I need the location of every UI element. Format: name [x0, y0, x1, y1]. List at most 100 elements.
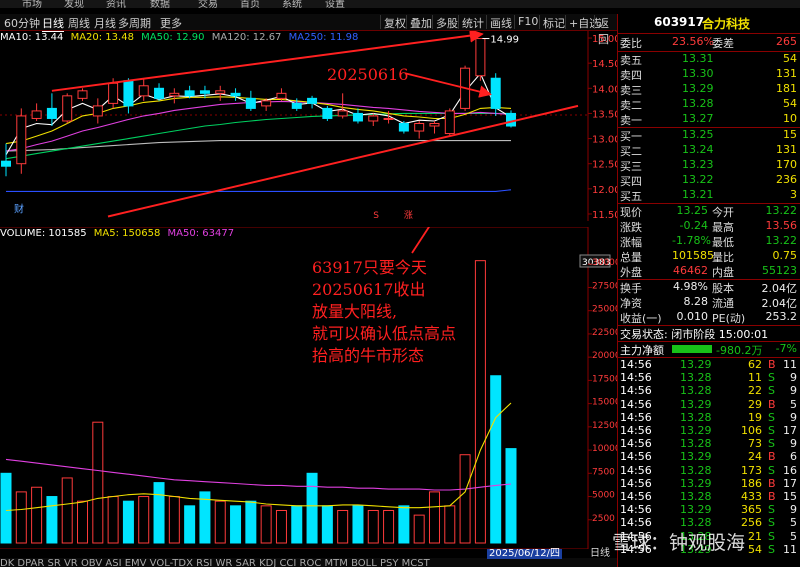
tick-row: 14:56 13.29 62 B 11	[618, 358, 800, 371]
annotation-line: 20250617收出	[312, 280, 426, 299]
stat-row: 现价 13.25 今开 13.22	[618, 204, 800, 219]
period-tab[interactable]: 月线	[94, 15, 116, 31]
tick-direction: B	[768, 397, 776, 411]
upper-trend-line	[51, 31, 484, 92]
stat-row: 外盘 46462 内盘 55123	[618, 264, 800, 279]
tick-row: 14:56 13.28 22 S 9	[618, 384, 800, 397]
volume-bar-up	[138, 496, 150, 544]
period-tab[interactable]: 60分钟	[4, 15, 40, 31]
book-price: 13.21	[682, 188, 714, 201]
price-tick-label: 11.50	[592, 210, 617, 221]
volume-chart[interactable]: 3038330000275002500022500200001750015000…	[0, 227, 617, 549]
toolbar-button[interactable]: 复权	[380, 15, 409, 30]
tick-count: 9	[790, 410, 797, 424]
tick-price: 13.29	[680, 503, 712, 517]
book-volume: 15	[783, 128, 797, 141]
book-price: 13.30	[682, 67, 714, 80]
price-tick-label: 12.00	[592, 185, 617, 196]
period-label: 日线	[590, 548, 610, 559]
tick-row: 14:56 13.29 24 B 6	[618, 450, 800, 463]
volume-tick-label: 20000	[592, 351, 617, 361]
candle-down	[230, 92, 241, 97]
book-label: 卖一	[620, 114, 642, 127]
book-label: 卖三	[620, 84, 642, 97]
candle-up	[414, 122, 425, 132]
tick-direction: B	[768, 490, 776, 503]
period-tab[interactable]: 周线	[68, 15, 90, 31]
weibi-value: 23.56%	[672, 35, 714, 48]
volume-tick-label: 22500	[592, 328, 617, 338]
tick-volume: 62	[748, 358, 762, 371]
toolbar-button[interactable]: 标记	[539, 15, 568, 30]
stat-value: 101585	[672, 249, 714, 262]
candle-down	[291, 102, 302, 109]
vol-ma50-line	[5, 458, 512, 491]
volume-bar-up	[107, 496, 119, 544]
book-volume: 3	[790, 188, 797, 201]
toolbar-button[interactable]: 叠加	[406, 15, 435, 30]
tick-time: 14:56	[620, 490, 652, 503]
tick-direction: B	[768, 476, 776, 490]
candle-up	[429, 122, 440, 127]
tick-row: 14:56 13.29 106 S 17	[618, 424, 800, 437]
high-price-label: 14.99	[490, 35, 519, 46]
candlestick-chart[interactable]: 15.00 14.50 14.00 13.50 13.00 12.50 12.00 11.50…	[0, 31, 617, 221]
top-menu-item[interactable]: 首页	[240, 0, 260, 8]
tick-direction: S	[768, 503, 775, 517]
top-menu-item[interactable]: 发现	[64, 0, 84, 8]
finance-marker: 财	[14, 202, 24, 215]
tick-time: 14:56	[620, 437, 652, 451]
weicha-label: 委差	[712, 37, 734, 50]
stat-label: 流通	[712, 297, 734, 310]
annotation-line: 就可以确认低点高点	[312, 324, 457, 343]
top-menu-item[interactable]: 系统	[282, 0, 302, 8]
book-volume: 131	[776, 143, 797, 156]
candle-up	[92, 105, 103, 117]
toolbar-button[interactable]: 返回	[594, 15, 617, 46]
price-tick-label: 14.50	[592, 59, 617, 70]
tick-direction: S	[768, 410, 775, 424]
stat-value: 0.75	[772, 249, 798, 262]
period-tab[interactable]: 多周期	[118, 15, 151, 31]
period-tab[interactable]: 日线	[42, 15, 64, 32]
top-menu-item[interactable]: 市场	[22, 0, 42, 8]
stat-value: -0.24	[679, 219, 708, 232]
toolbar-button[interactable]: 统计	[458, 15, 487, 30]
ask-row: 卖三 13.29 181	[618, 82, 800, 97]
price-tick-label: 13.00	[592, 135, 617, 146]
top-menu-item[interactable]: 交易	[198, 0, 218, 8]
candle-up	[16, 115, 27, 165]
candle-up	[337, 110, 348, 117]
tick-time: 14:56	[620, 450, 652, 464]
tick-direction: S	[768, 529, 775, 543]
stat-label: 涨幅	[620, 236, 642, 249]
candle-down	[123, 80, 134, 107]
volume-tick-label: 2500	[592, 514, 615, 524]
period-tab[interactable]: 更多	[160, 15, 182, 31]
price-tick-label: 12.50	[592, 160, 617, 171]
tick-count: 16	[783, 463, 797, 477]
top-menu-item[interactable]: 数据	[150, 0, 170, 8]
tick-count: 5	[790, 529, 797, 543]
bid-row: 买一 13.25 15	[618, 128, 800, 143]
stat-label: 最高	[712, 221, 734, 234]
price-tick-label: 14.00	[592, 84, 617, 95]
bid-row: 买二 13.24 131	[618, 143, 800, 158]
volume-tick-label: 12500	[592, 421, 617, 431]
top-menu-item[interactable]: 资讯	[106, 0, 126, 8]
tick-row: 14:56 13.29 365 S 9	[618, 503, 800, 516]
toolbar-button[interactable]: 多股	[432, 15, 461, 30]
volume-bar-up	[413, 514, 425, 544]
stat-label: 换手	[620, 282, 642, 295]
tick-time: 14:56	[620, 358, 652, 371]
weibi-row: 委比 23.56% 委差 265	[618, 35, 800, 50]
top-menu-item[interactable]: 设置	[325, 0, 345, 8]
tick-volume: 186	[741, 476, 762, 490]
book-price: 13.23	[682, 158, 714, 171]
stat-label: 收益(一)	[620, 312, 662, 325]
toolbar-button[interactable]: F10	[514, 15, 541, 29]
toolbar-button[interactable]: 画线	[486, 15, 515, 30]
candle-down	[352, 112, 363, 122]
tick-direction: B	[768, 450, 776, 464]
tick-price: 13.29	[680, 424, 712, 437]
